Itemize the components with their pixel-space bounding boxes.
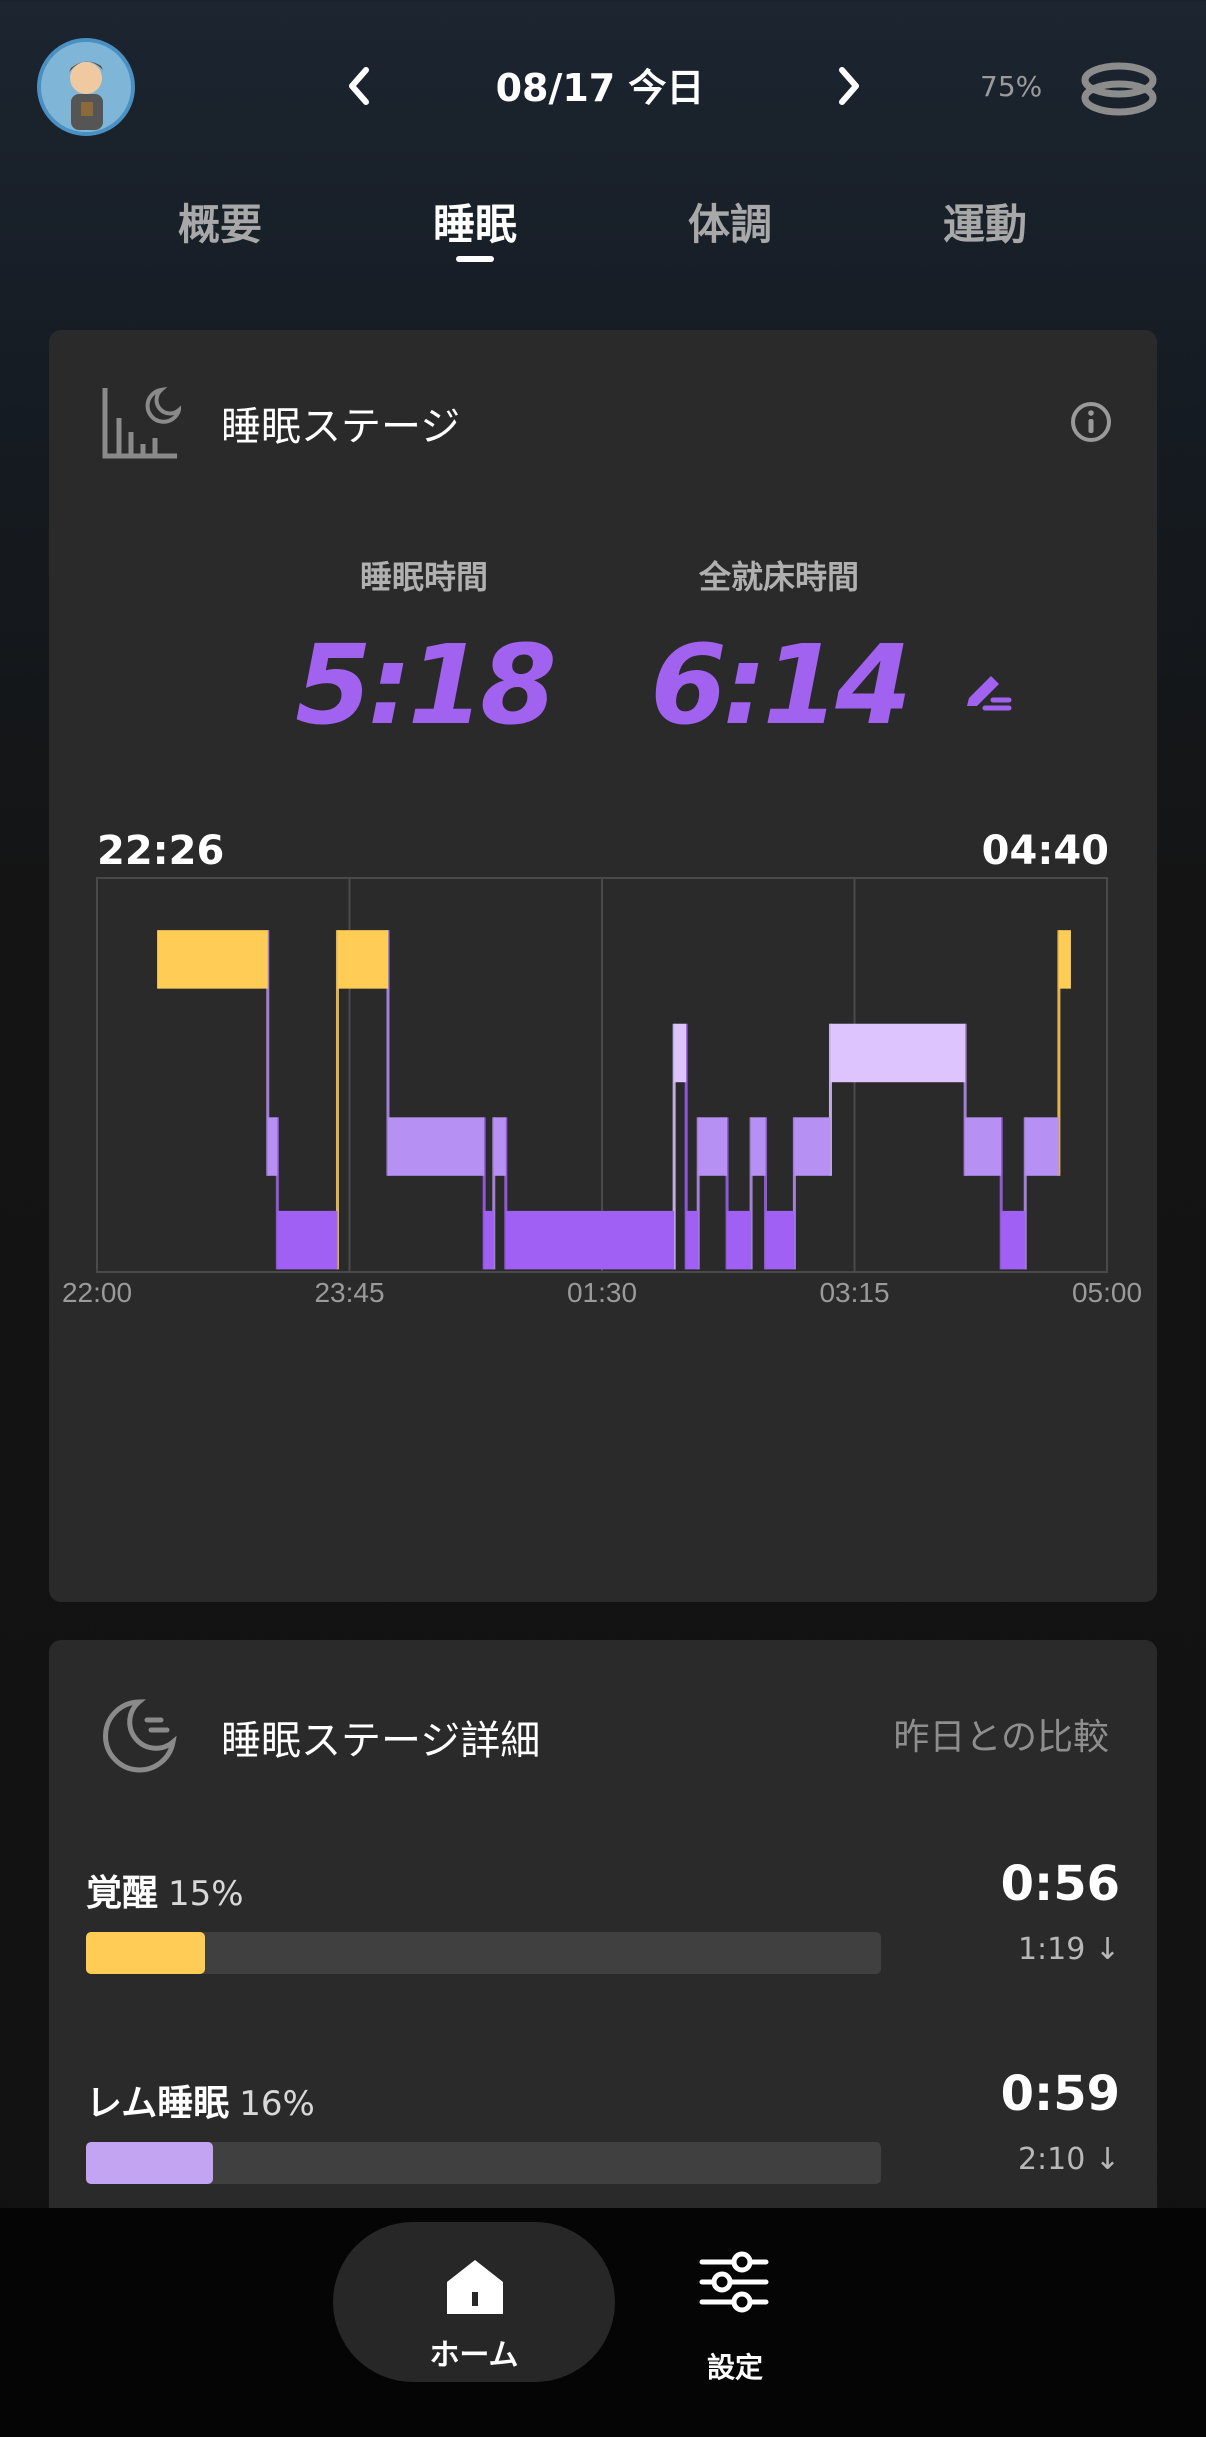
stage-segment-awake	[337, 930, 388, 989]
home-nav-button[interactable]: ホーム	[333, 2222, 615, 2382]
avatar[interactable]	[37, 38, 135, 136]
x-tick-label: 05:00	[1072, 1277, 1142, 1308]
stage-segment-rem	[1025, 1117, 1059, 1176]
stage-segment-deep	[765, 1210, 795, 1270]
x-tick-label: 22:00	[62, 1277, 132, 1308]
stage-segment-deep	[484, 1210, 494, 1270]
stage-segment-rem	[751, 1117, 766, 1176]
sleep-chart-icon	[102, 386, 181, 459]
stage-name: 覚醒	[86, 1873, 159, 1914]
stage-row-rem: レム睡眠 16% 0:59 2:10 ↓	[86, 2066, 1120, 2204]
home-icon	[447, 2260, 503, 2314]
bottom-navigation: ホーム 設定	[0, 2208, 1206, 2437]
stage-row-awake: 覚醒 15% 0:56 1:19 ↓	[86, 1856, 1120, 1994]
sleep-end-time: 04:40	[981, 828, 1109, 874]
date-title[interactable]: 08/17 今日	[430, 58, 770, 118]
x-tick-label: 03:15	[819, 1277, 889, 1308]
compare-with-yesterday[interactable]: 昨日との比較	[893, 1708, 1109, 1760]
stage-name: レム睡眠	[86, 2083, 230, 2124]
sleep-start-time: 22:26	[97, 828, 225, 874]
stage-bar-fill	[86, 1932, 206, 1974]
active-tab-indicator	[456, 256, 494, 262]
total-bed-time-value: 6:14	[650, 621, 912, 749]
smart-ring-icon[interactable]	[1080, 58, 1158, 120]
edit-pencil-icon[interactable]	[959, 664, 1015, 720]
stage-segment-deep	[505, 1210, 675, 1270]
tab-overview[interactable]: 概要	[120, 190, 320, 260]
previous-day-chevron-left-icon[interactable]	[330, 56, 390, 116]
detail-card-title: 睡眠ステージ詳細	[221, 1718, 541, 1764]
sleep-stage-card: 睡眠ステージ 睡眠時間 5:18 全就床時間 6:14 22:26 04:40 …	[49, 330, 1157, 1602]
stage-segment-deep	[727, 1210, 752, 1270]
total-bed-time-label: 全就床時間	[698, 558, 859, 596]
section-tabs: 概要 睡眠 体調 運動	[0, 190, 1206, 270]
settings-label: 設定	[706, 2351, 763, 2384]
stage-segment-light	[830, 1023, 966, 1083]
stage-segment-rem	[387, 1117, 485, 1176]
stage-segment-awake	[1058, 930, 1071, 989]
info-icon[interactable]	[1069, 400, 1113, 444]
sleep-time-label: 睡眠時間	[359, 558, 488, 596]
stage-bar-track	[86, 1932, 881, 1974]
next-day-chevron-right-icon[interactable]	[818, 56, 878, 116]
tab-exercise[interactable]: 運動	[885, 190, 1085, 260]
stage-segment-light	[674, 1023, 687, 1083]
sleep-stage-chart: 22:00 23:45 01:30 03:15 05:00	[62, 877, 1142, 1308]
settings-sliders-icon	[699, 2251, 769, 2313]
stage-segment-rem	[267, 1117, 278, 1176]
stage-delta-vs-yesterday: 1:19 ↓	[1017, 1932, 1120, 1967]
stage-segment-deep	[1001, 1210, 1026, 1270]
stage-segment-rem	[965, 1117, 1002, 1176]
card-title: 睡眠ステージ	[221, 404, 461, 450]
stage-segment-rem	[493, 1117, 506, 1176]
stage-segment-deep	[686, 1210, 699, 1270]
x-tick-label: 23:45	[314, 1277, 384, 1308]
moon-icon	[103, 1699, 177, 1773]
stage-bar-fill	[86, 2142, 214, 2184]
stage-percent: 16%	[239, 2084, 315, 2124]
stage-delta-vs-yesterday: 2:10 ↓	[1017, 2142, 1120, 2177]
top-bar: 08/17 今日 75%	[0, 0, 1206, 180]
stage-segment-deep	[277, 1210, 338, 1270]
stage-duration: 0:56	[1000, 1856, 1120, 1912]
x-tick-label: 01:30	[567, 1277, 637, 1308]
settings-nav-button[interactable]: 設定	[680, 2248, 790, 2388]
home-label: ホーム	[429, 2338, 519, 2373]
stage-percent: 15%	[168, 1874, 244, 1914]
stage-duration: 0:59	[1000, 2066, 1120, 2122]
ring-battery-level: 75%	[980, 70, 1043, 103]
sleep-time-value: 5:18	[295, 621, 557, 749]
stage-bar-track	[86, 2142, 881, 2184]
stage-segment-rem	[698, 1117, 728, 1176]
tab-sleep[interactable]: 睡眠	[375, 190, 575, 260]
stage-segment-rem	[794, 1117, 831, 1176]
stage-segment-awake	[157, 930, 268, 989]
avatar-figure-icon	[69, 61, 103, 130]
tab-condition[interactable]: 体調	[630, 190, 830, 260]
